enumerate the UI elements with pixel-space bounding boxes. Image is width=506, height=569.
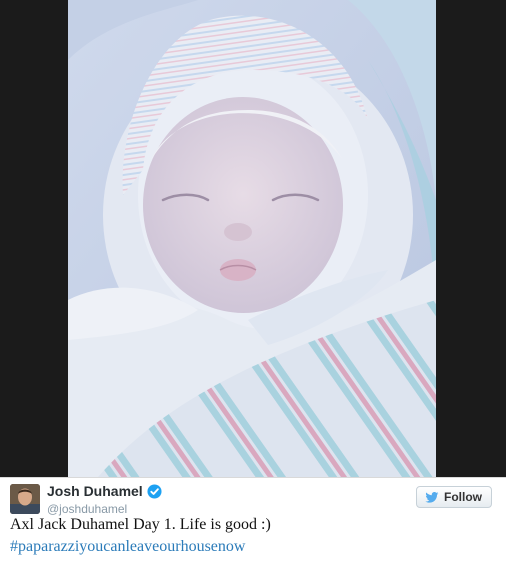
follow-button[interactable]: Follow <box>416 486 492 508</box>
hashtag-link[interactable]: #paparazziyoucanleaveourhousenow <box>10 538 245 556</box>
author-name-line: Josh Duhamel <box>47 483 162 499</box>
divider <box>0 477 506 478</box>
twitter-bird-icon <box>425 491 439 503</box>
tweet-text: Axl Jack Duhamel Day 1. Life is good :) <box>10 516 271 533</box>
baby-photo[interactable] <box>68 0 436 477</box>
verified-badge-icon <box>147 483 162 499</box>
follow-label: Follow <box>444 490 482 504</box>
author-display-name[interactable]: Josh Duhamel <box>47 483 143 499</box>
author-avatar[interactable] <box>10 484 40 514</box>
media-frame <box>0 0 506 477</box>
tweet-card: Josh Duhamel @joshduhamel Follow Axl Jac… <box>0 0 506 569</box>
author-handle[interactable]: @joshduhamel <box>47 502 127 516</box>
